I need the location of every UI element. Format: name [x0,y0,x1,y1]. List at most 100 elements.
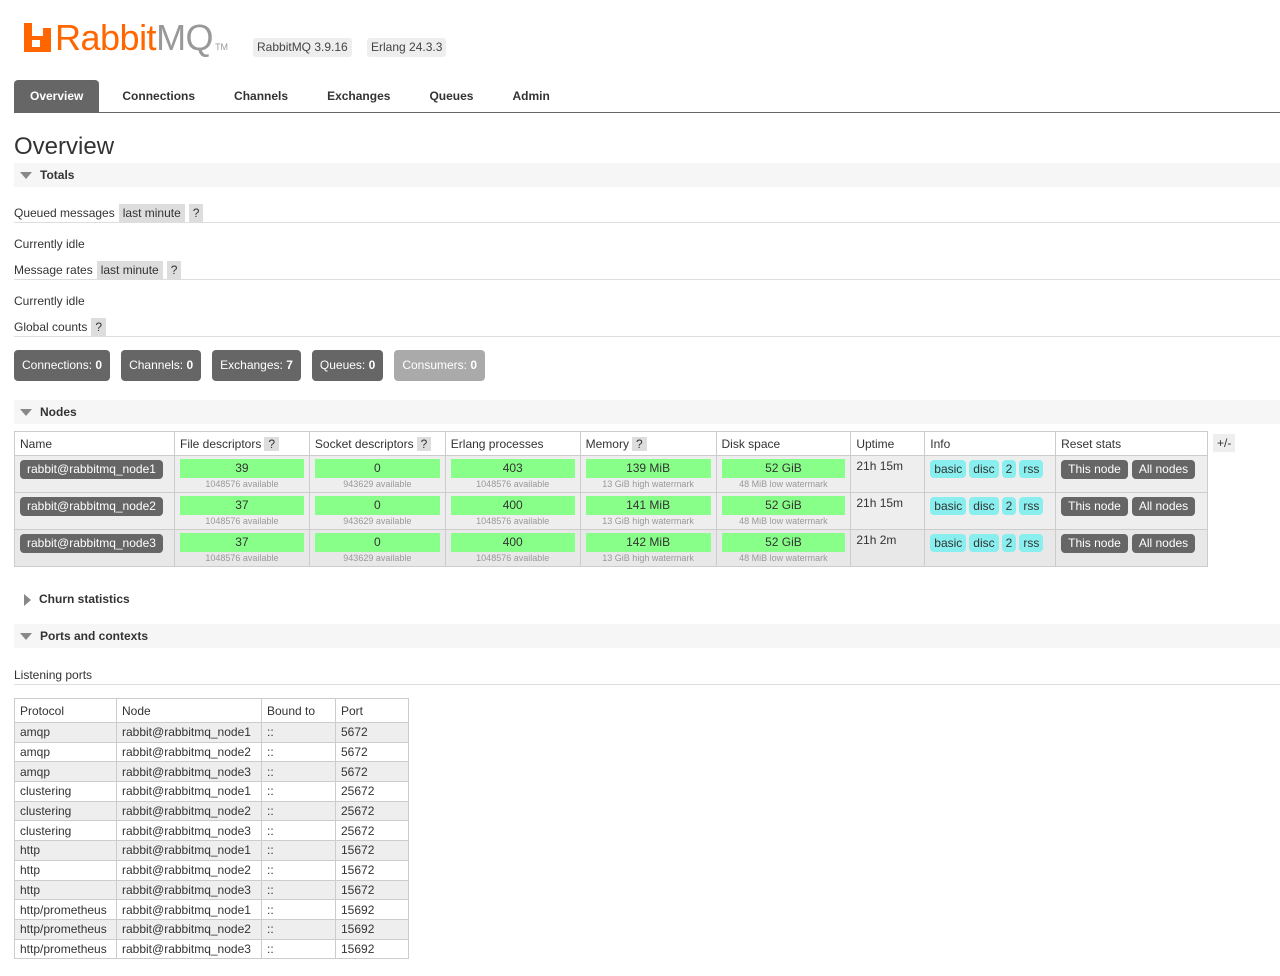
node-link[interactable]: rabbit@rabbitmq_node1 [20,460,163,479]
node-link[interactable]: rabbit@rabbitmq_node3 [20,534,163,553]
reset-this-node-button[interactable]: This node [1061,497,1128,516]
main-tabs: Overview Connections Channels Exchanges … [14,80,566,112]
global-counts-label: Global counts [14,320,88,334]
memory-limit: 13 GiB high watermark [602,553,694,563]
col-port: Port [335,698,409,723]
tab-queues[interactable]: Queues [413,80,489,112]
rabbitmq-logo[interactable]: RabbitMQ TM [24,18,228,58]
info-tag: disc [969,497,999,515]
memory-cell: 139 MiB 13 GiB high watermark [579,455,717,493]
queues-count-button[interactable]: Queues: 0 [311,350,384,381]
rates-help-button[interactable]: ? [166,261,182,279]
uptime-cell: 21h 15m [850,492,926,530]
port-row: http rabbit@rabbitmq_node2:: 15672 [14,859,409,881]
tab-exchanges[interactable]: Exchanges [311,80,406,112]
sd-help-button[interactable]: ? [416,436,432,451]
erlang-processes-bar: 400 [450,496,575,515]
channels-count-button[interactable]: Channels: 0 [121,350,202,381]
exchanges-count-button[interactable]: Exchanges: 7 [212,350,301,381]
info-tag: 2 [1001,460,1017,478]
queued-range-selector[interactable]: last minute [118,204,185,222]
tab-divider [14,112,1280,113]
erlang-processes-cell: 400 1048576 available [444,492,581,530]
divider [14,336,1280,337]
bound-to-cell: :: [261,859,336,881]
protocol-cell: http/prometheus [14,899,117,920]
bound-to-cell: :: [261,761,336,783]
consumers-count-button[interactable]: Consumers: 0 [394,350,486,381]
ports-header-row: Protocol Node Bound to Port [14,698,409,723]
col-info: Info [924,431,1057,456]
bound-to-cell: :: [261,820,336,842]
reset-all-nodes-button[interactable]: All nodes [1131,534,1196,553]
message-rates-label: Message rates [14,263,93,277]
rates-range-selector[interactable]: last minute [96,261,163,279]
port-row: amqp rabbit@rabbitmq_node2:: 5672 [14,741,409,763]
disk-space-cell: 52 GiB 48 MiB low watermark [715,529,852,567]
divider [14,684,1280,685]
node-cell: rabbit@rabbitmq_node2 [116,741,262,763]
expanded-triangle-icon [20,633,32,641]
rates-status: Currently idle [14,294,85,308]
memory-help-button[interactable]: ? [631,436,647,451]
tab-overview[interactable]: Overview [14,80,100,112]
node-cell: rabbit@rabbitmq_node3 [116,879,262,901]
reset-all-nodes-button[interactable]: All nodes [1131,497,1196,516]
nodes-table: Name File descriptors? Socket descriptor… [14,431,1208,567]
expanded-triangle-icon [20,409,32,417]
uptime-cell: 21h 15m [850,455,926,493]
section-nodes-toggle[interactable]: Nodes [14,400,1280,424]
reset-this-node-button[interactable]: This node [1061,460,1128,479]
socket-descriptors-cell: 0 943629 available [308,492,446,530]
memory-limit: 13 GiB high watermark [602,516,694,526]
tab-channels[interactable]: Channels [218,80,304,112]
node-link[interactable]: rabbit@rabbitmq_node2 [20,497,163,516]
memory-cell: 142 MiB 13 GiB high watermark [579,529,717,567]
section-ports-toggle[interactable]: Ports and contexts [14,624,1280,648]
section-totals-toggle[interactable]: Totals [14,163,1280,187]
node-cell: rabbit@rabbitmq_node2 [116,918,262,940]
port-row: clustering rabbit@rabbitmq_node2:: 25672 [14,800,409,822]
reset-this-node-button[interactable]: This node [1061,534,1128,553]
port-cell: 25672 [335,820,409,842]
port-row: http/prometheus rabbit@rabbitmq_node1:: 15… [14,899,409,920]
global-counts-row: Global counts ? [14,318,107,336]
logo-word-primary: Rabbit [55,17,157,58]
tab-admin[interactable]: Admin [496,80,565,112]
col-bound-to: Bound to [261,698,336,723]
bound-to-cell: :: [261,722,336,743]
queued-help-button[interactable]: ? [188,204,204,222]
bound-to-cell: :: [261,899,336,920]
port-cell: 15692 [335,918,409,940]
listening-ports-table: Protocol Node Bound to Port amqp rabbit@r… [14,698,409,960]
socket-descriptors-limit: 943629 available [343,479,412,489]
node-cell: rabbit@rabbitmq_node1 [116,899,262,920]
port-cell: 5672 [335,722,409,743]
connections-count-button[interactable]: Connections: 0 [14,350,111,381]
section-churn-toggle[interactable]: Churn statistics [14,587,1280,611]
fd-help-button[interactable]: ? [264,436,280,451]
tab-connections[interactable]: Connections [106,80,211,112]
global-help-button[interactable]: ? [91,318,107,336]
info-tag: rss [1019,497,1044,515]
memory-cell: 141 MiB 13 GiB high watermark [579,492,717,530]
file-descriptors-limit: 1048576 available [205,553,279,563]
divider [14,222,1280,223]
disk-space-bar: 52 GiB [721,496,846,515]
node-row: rabbit@rabbitmq_node3 37 1048576 available… [14,529,1208,567]
erlang-processes-bar: 400 [450,533,575,552]
info-tag: rss [1019,534,1044,552]
port-cell: 15672 [335,859,409,881]
file-descriptors-limit: 1048576 available [205,516,279,526]
reset-all-nodes-button[interactable]: All nodes [1131,460,1196,479]
info-tag: 2 [1001,534,1017,552]
disk-space-cell: 52 GiB 48 MiB low watermark [715,455,852,493]
port-cell: 5672 [335,761,409,783]
socket-descriptors-bar: 0 [314,496,440,515]
columns-toggle-button[interactable]: +/- [1213,434,1236,452]
info-cell: basic disc 2 rss [924,529,1057,567]
col-memory: Memory? [579,431,717,456]
node-name-cell: rabbit@rabbitmq_node2 [14,492,175,530]
node-cell: rabbit@rabbitmq_node2 [116,800,262,822]
section-ports-title: Ports and contexts [40,629,149,643]
